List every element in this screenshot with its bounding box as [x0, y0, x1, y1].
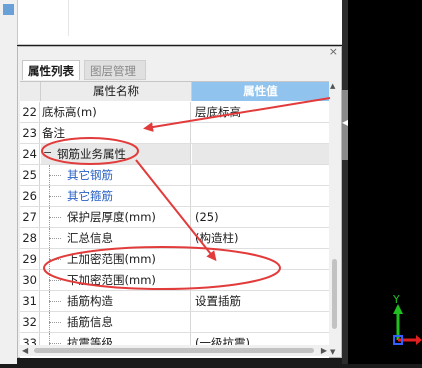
- scroll-down-arrow-icon[interactable]: ▼: [330, 348, 335, 356]
- property-value[interactable]: 设置插筋: [192, 291, 329, 311]
- property-row[interactable]: 31 插筋构造 设置插筋: [20, 291, 329, 312]
- property-label: 底标高(m): [42, 105, 97, 119]
- vertical-scroll-thumb[interactable]: [332, 259, 337, 329]
- row-number: 30: [20, 270, 40, 290]
- group-label: 钢筋业务属性: [57, 147, 126, 161]
- property-row[interactable]: 25 其它钢筋: [20, 165, 329, 186]
- x-axis-arrow-icon: [416, 335, 422, 345]
- row-number: 22: [20, 102, 40, 122]
- property-value[interactable]: [192, 249, 329, 269]
- property-grid: 属性名称 属性值 22 底标高(m) 层底标高 23 备注 24− 钢筋业务属性 25 其它钢筋…: [20, 81, 329, 358]
- column-header-number: [20, 82, 41, 101]
- property-row[interactable]: 27 保护层厚度(mm) (25): [20, 207, 329, 228]
- property-value[interactable]: [192, 165, 329, 185]
- collapse-toggle-icon[interactable]: −: [43, 147, 52, 158]
- row-number: 32: [20, 312, 40, 332]
- vertical-scrollbar[interactable]: ▲ ▼: [329, 81, 340, 357]
- property-name: 其它箍筋: [41, 186, 191, 206]
- tab-layer-management[interactable]: 图层管理: [84, 60, 146, 80]
- horizontal-scroll-thumb[interactable]: [34, 348, 314, 353]
- property-row[interactable]: 32 插筋信息: [20, 312, 329, 333]
- property-label: 其它箍筋: [67, 189, 113, 203]
- property-name: − 钢筋业务属性: [41, 144, 191, 164]
- property-label: 备注: [42, 126, 65, 140]
- property-row[interactable]: 23 备注: [20, 123, 329, 144]
- y-axis-label: Y: [392, 293, 400, 306]
- left-toolbar-strip: [0, 0, 17, 364]
- row-number: 27: [20, 207, 40, 227]
- property-name: 下加密范围(mm): [41, 270, 191, 290]
- property-name: 插筋构造: [41, 291, 191, 311]
- horizontal-scrollbar[interactable]: ◀ ▶: [20, 345, 329, 356]
- column-header-value[interactable]: 属性值: [192, 82, 329, 101]
- scroll-right-arrow-icon[interactable]: ▶: [321, 345, 327, 356]
- close-icon[interactable]: ×: [329, 45, 338, 59]
- property-name: 保护层厚度(mm): [41, 207, 191, 227]
- property-name: 其它钢筋: [41, 165, 191, 185]
- row-number: 23: [20, 123, 40, 143]
- property-label: 插筋信息: [67, 315, 113, 329]
- property-row[interactable]: 30 下加密范围(mm): [20, 270, 329, 291]
- panel-titlebar: ×: [18, 45, 341, 59]
- property-name: 底标高(m): [41, 102, 191, 122]
- row-number: 28: [20, 228, 40, 248]
- row-number: 24: [20, 144, 40, 164]
- property-row[interactable]: 29 上加密范围(mm): [20, 249, 329, 270]
- property-name: 插筋信息: [41, 312, 191, 332]
- scroll-left-arrow-icon[interactable]: ◀: [22, 345, 28, 356]
- 3d-viewport[interactable]: Y: [348, 0, 422, 364]
- property-label: 其它钢筋: [67, 168, 113, 182]
- property-row[interactable]: 22 底标高(m) 层底标高: [20, 102, 329, 123]
- toolbar-icon[interactable]: [3, 4, 14, 15]
- property-name: 上加密范围(mm): [41, 249, 191, 269]
- property-name: 备注: [41, 123, 191, 143]
- property-label: 插筋构造: [67, 294, 113, 308]
- property-value[interactable]: [192, 270, 329, 290]
- property-row[interactable]: 24− 钢筋业务属性: [20, 144, 329, 165]
- property-label: 汇总信息: [67, 231, 113, 245]
- upper-panel: [17, 0, 344, 45]
- property-label: 上加密范围(mm): [67, 252, 156, 266]
- column-header-name[interactable]: 属性名称: [41, 82, 192, 101]
- axis-gizmo: Y: [392, 293, 422, 345]
- property-value[interactable]: [192, 312, 329, 332]
- property-value[interactable]: [192, 144, 329, 164]
- property-row[interactable]: 28 汇总信息 (构造柱): [20, 228, 329, 249]
- property-value[interactable]: 层底标高: [192, 102, 329, 122]
- property-value[interactable]: (构造柱): [192, 228, 329, 248]
- property-label: 下加密范围(mm): [67, 273, 156, 287]
- row-number: 31: [20, 291, 40, 311]
- property-value[interactable]: [192, 186, 329, 206]
- property-row[interactable]: 26 其它箍筋: [20, 186, 329, 207]
- row-number: 26: [20, 186, 40, 206]
- tab-property-list[interactable]: 属性列表: [22, 60, 80, 80]
- row-number: 25: [20, 165, 40, 185]
- property-name: 汇总信息: [41, 228, 191, 248]
- row-number: 29: [20, 249, 40, 269]
- property-value[interactable]: (25): [192, 207, 329, 227]
- panel-divider: [68, 0, 69, 36]
- scroll-up-arrow-icon[interactable]: ▲: [330, 82, 335, 90]
- property-value[interactable]: [192, 123, 329, 143]
- property-label: 保护层厚度(mm): [67, 210, 156, 224]
- property-panel: × 属性列表 图层管理 属性名称 属性值 22 底标高(m) 层底标高 23 备注 24−…: [17, 45, 342, 358]
